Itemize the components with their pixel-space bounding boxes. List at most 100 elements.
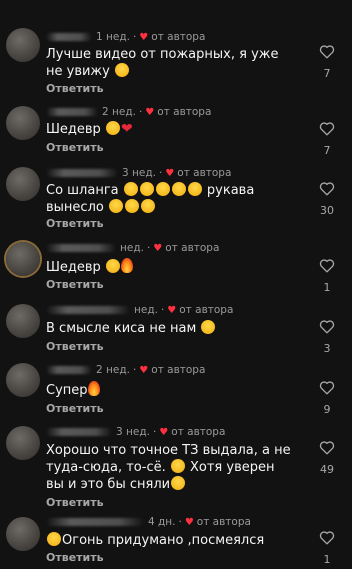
blurred-username[interactable] [46,518,144,526]
like-count: 7 [323,144,331,157]
heart-outline-icon [319,441,335,455]
emoji-laughing-icon [171,476,186,490]
emoji-laughing-icon [123,182,138,196]
emoji-sad-icon [201,320,216,334]
reply-button[interactable]: Ответить [46,82,104,95]
like-button[interactable]: 7 [312,44,342,80]
like-button[interactable]: 1 [312,258,342,294]
like-button[interactable]: 3 [312,319,342,355]
comment-meta: 4 дн. · ♥ от автора [46,515,251,529]
emoji-laughing-icon [108,199,123,213]
reply-button[interactable]: Ответить [46,340,104,353]
blurred-username[interactable] [46,108,98,116]
like-button[interactable]: 9 [312,380,342,416]
blurred-username[interactable] [46,244,116,252]
emoji-laughing-icon [114,63,129,77]
comment-text: Шедевр ❤ [46,121,133,137]
reply-button[interactable]: Ответить [46,217,104,230]
comment-text: Лучше видео от пожарных, я уже не увижу [46,47,279,79]
heart-filled-icon: ♥ [184,516,194,528]
heart-outline-icon [319,122,335,136]
emoji-laughing-icon [187,182,202,196]
reply-button[interactable]: Ответить [46,551,104,564]
comment-text: В смысле киса не нам [46,320,296,337]
avatar[interactable] [6,304,40,338]
heart-filled-icon: ♥ [159,426,169,438]
emoji-laughing-icon [171,182,186,196]
reply-button[interactable]: Ответить [46,141,104,154]
comment-time: нед. [134,304,158,316]
fire-icon [120,258,133,273]
author-tag: от автора [177,167,232,179]
heart-outline-icon [319,259,335,273]
comment-meta: 1 нед. · ♥ от автора [46,30,205,44]
heart-outline-icon [319,320,335,334]
emoji-laughing-icon [170,459,185,473]
like-count: 1 [323,281,331,294]
emoji-laughing-icon [140,199,155,213]
author-tag: от автора [179,304,234,316]
comment-meta: 2 нед. · ♥ от автора [46,363,205,377]
blurred-username[interactable] [46,428,112,436]
blurred-username[interactable] [46,306,130,314]
reply-button[interactable]: Ответить [46,278,104,291]
author-tag: от автора [165,242,220,254]
heart-filled-icon: ♥ [139,364,149,376]
avatar[interactable] [6,242,40,276]
blurred-username[interactable] [46,33,92,41]
emoji-smirk-icon [105,121,120,135]
emoji-smirk-icon [105,259,120,273]
emoji-laughing-icon [124,199,139,213]
like-button[interactable]: 7 [312,121,342,157]
comment-text: Супер [46,381,296,399]
comment-meta: нед. · ♥ от автора [46,303,233,317]
heart-filled-icon: ♥ [167,304,177,316]
comment-meta: 3 нед. · ♥ от автора [46,166,231,180]
avatar[interactable] [6,363,40,397]
like-count: 9 [323,403,331,416]
avatar[interactable] [6,167,40,201]
emoji-laughing-icon [155,182,170,196]
author-tag: от автора [171,426,226,438]
emoji-smirk-icon [47,532,61,546]
comment-time: 3 нед. [122,167,156,179]
heart-filled-icon: ♥ [145,106,155,118]
comment-text: Шедевр [46,258,296,276]
reply-button[interactable]: Ответить [46,402,104,415]
heart-filled-icon: ♥ [153,242,163,254]
like-count: 49 [320,463,334,476]
avatar[interactable] [6,426,40,460]
avatar[interactable] [6,517,40,551]
heart-filled-icon: ♥ [139,31,149,43]
comment-text: Хорошо что точное ТЗ выдала, а не туда-с… [46,443,291,492]
comment-text: Огонь придумано ,посмеялся [46,532,296,549]
like-count: 3 [323,342,331,355]
reply-button[interactable]: Ответить [46,496,104,509]
comment-time: 2 нед. [102,106,136,118]
comment-time: 3 нед. [116,426,150,438]
avatar[interactable] [6,28,40,62]
heart-outline-icon [319,381,335,395]
author-tag: от автора [151,31,206,43]
comment-text: Со шланга рукава вынесло [46,182,255,215]
comment-meta: 3 нед. · ♥ от автора [46,425,225,439]
like-button[interactable]: 1 [312,530,342,566]
author-tag: от автора [151,364,206,376]
comment-time: 2 нед. [96,364,130,376]
like-button[interactable]: 30 [312,181,342,217]
author-tag: от автора [157,106,212,118]
avatar[interactable] [6,106,40,140]
comment-meta: нед. · ♥ от автора [46,241,219,255]
comment-time: 4 дн. [148,516,176,528]
comment-meta: 2 нед. · ♥ от автора [46,105,211,119]
heart-outline-icon [319,182,335,196]
blurred-username[interactable] [46,169,118,177]
comment-time: 1 нед. [96,31,130,43]
heart-outline-icon [319,45,335,59]
blurred-username[interactable] [46,366,92,374]
like-button[interactable]: 49 [312,440,342,476]
fire-icon [87,381,100,396]
comment-time: нед. [120,242,144,254]
author-tag: от автора [196,516,251,528]
like-count: 30 [320,204,334,217]
